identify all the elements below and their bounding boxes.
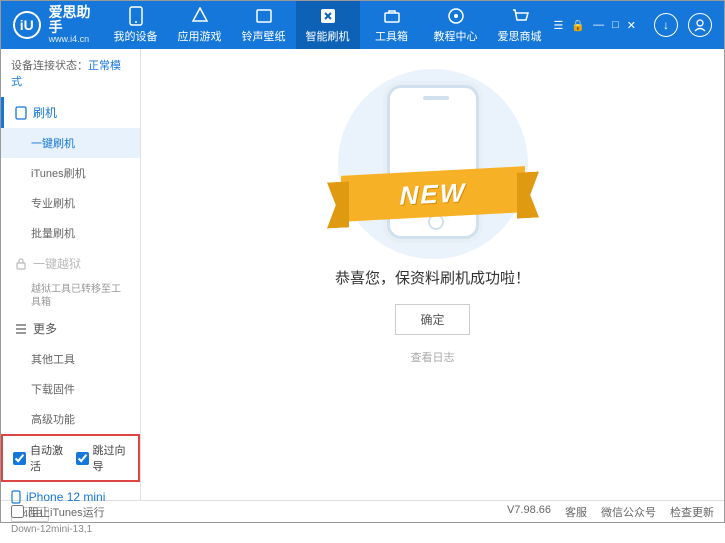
lock-small-icon: [15, 258, 27, 270]
store-icon: [510, 6, 530, 26]
version-label: V7.98.66: [507, 504, 551, 520]
titlebar: iU 爱思助手 www.i4.cn 我的设备 应用游戏 铃声壁纸 智能刷机: [1, 1, 724, 49]
device-name[interactable]: iPhone 12 mini: [11, 490, 130, 504]
wallpaper-icon: [254, 6, 274, 26]
sidebar-item-oneclick-flash[interactable]: 一键刷机: [1, 128, 140, 158]
nav-my-device[interactable]: 我的设备: [104, 1, 168, 49]
ribbon-text: NEW: [399, 177, 466, 211]
device-identifier: Down-12mini-13,1: [11, 524, 130, 535]
section-more[interactable]: 更多: [1, 313, 140, 344]
device-icon: [11, 490, 21, 504]
sidebar-item-advanced[interactable]: 高级功能: [1, 404, 140, 434]
nav-store[interactable]: 爱思商城: [488, 1, 552, 49]
list-icon: [15, 324, 27, 334]
maximize-button[interactable]: □: [610, 19, 621, 32]
sidebar: 设备连接状态：正常模式 刷机 一键刷机 iTunes刷机 专业刷机 批量刷机 一…: [1, 49, 141, 500]
flash-icon: [318, 6, 338, 26]
success-message: 恭喜您，保资料刷机成功啦！: [335, 267, 530, 288]
download-button[interactable]: ↓: [654, 13, 678, 37]
brand-url: www.i4.cn: [49, 35, 104, 45]
minimize-button[interactable]: —: [591, 19, 606, 32]
menu-icon[interactable]: ☰: [552, 19, 566, 32]
link-check-update[interactable]: 检查更新: [670, 504, 714, 520]
confirm-button[interactable]: 确定: [395, 304, 469, 335]
phone-icon: [126, 6, 146, 26]
user-button[interactable]: [688, 13, 712, 37]
main-nav: 我的设备 应用游戏 铃声壁纸 智能刷机 工具箱 教程中心: [104, 1, 552, 49]
sidebar-item-batch-flash[interactable]: 批量刷机: [1, 218, 140, 248]
checkbox-auto-activate[interactable]: 自动激活: [13, 442, 66, 474]
connection-status: 设备连接状态：正常模式: [1, 49, 140, 97]
sidebar-item-download-fw[interactable]: 下载固件: [1, 374, 140, 404]
logo-icon: iU: [13, 11, 41, 39]
nav-tutorials[interactable]: 教程中心: [424, 1, 488, 49]
main-content: NEW 恭喜您，保资料刷机成功啦！ 确定 查看日志: [141, 49, 724, 500]
success-illustration: NEW: [323, 79, 543, 249]
lock-icon[interactable]: 🔒: [569, 19, 587, 32]
checkbox-block-itunes[interactable]: 阻止iTunes运行: [11, 504, 105, 520]
section-jailbreak[interactable]: 一键越狱: [1, 248, 140, 279]
sidebar-item-other-tools[interactable]: 其他工具: [1, 344, 140, 374]
view-log-link[interactable]: 查看日志: [411, 349, 455, 365]
phone-small-icon: [15, 106, 27, 120]
close-button[interactable]: ✕: [625, 19, 638, 32]
nav-apps[interactable]: 应用游戏: [168, 1, 232, 49]
toolbox-icon: [382, 6, 402, 26]
checkbox-skip-guide[interactable]: 跳过向导: [76, 442, 129, 474]
sidebar-item-pro-flash[interactable]: 专业刷机: [1, 188, 140, 218]
jailbreak-note: 越狱工具已转移至工具箱: [1, 279, 140, 313]
nav-ringtones[interactable]: 铃声壁纸: [232, 1, 296, 49]
apps-icon: [190, 6, 210, 26]
brand-name: 爱思助手: [49, 5, 104, 36]
sidebar-item-itunes-flash[interactable]: iTunes刷机: [1, 158, 140, 188]
nav-flash[interactable]: 智能刷机: [296, 1, 360, 49]
nav-toolbox[interactable]: 工具箱: [360, 1, 424, 49]
link-support[interactable]: 客服: [565, 504, 587, 520]
window-controls: ☰ 🔒 — □ ✕: [552, 19, 638, 32]
flash-options-highlight: 自动激活 跳过向导: [1, 434, 140, 482]
link-wechat[interactable]: 微信公众号: [601, 504, 656, 520]
logo-area: iU 爱思助手 www.i4.cn: [1, 5, 104, 46]
section-flash[interactable]: 刷机: [1, 97, 140, 128]
tutorial-icon: [446, 6, 466, 26]
